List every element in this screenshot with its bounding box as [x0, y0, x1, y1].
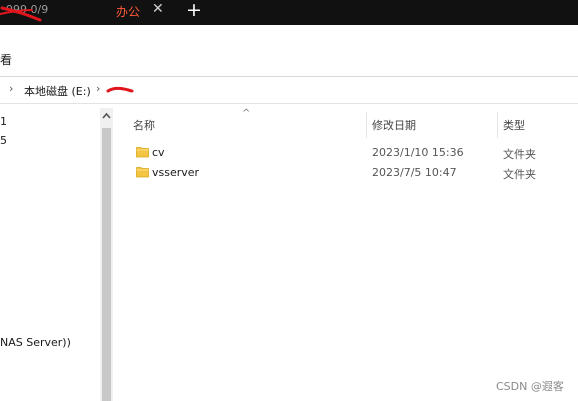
sort-ascending-icon: ^ [242, 108, 251, 119]
column-separator[interactable] [497, 112, 498, 138]
folder-icon [136, 147, 149, 158]
file-modified: 2023/1/10 15:36 [372, 146, 464, 159]
chevron-right-icon: › [9, 82, 14, 95]
file-list: ^ 名称 修改日期 类型 cv 2023/1/10 15:36 文件夹 vsse… [114, 108, 578, 401]
chevron-right-icon: › [96, 82, 101, 95]
breadcrumb-drive[interactable]: 本地磁盘 (E:) [24, 83, 91, 99]
file-row[interactable]: vsserver 2023/7/5 10:47 文件夹 [128, 164, 578, 182]
file-modified: 2023/7/5 10:47 [372, 166, 457, 179]
nav-scrollbar[interactable] [100, 108, 113, 401]
navigation-pane: 1 5 NAS Server)) [0, 108, 100, 401]
column-name[interactable]: 名称 [133, 117, 155, 133]
folder-icon [136, 167, 149, 178]
file-name: vsserver [152, 166, 200, 179]
watermark: CSDN @遐客 [496, 380, 564, 393]
tab-bar: 999 0/9 办公 ✕ + [0, 0, 578, 25]
nav-item[interactable]: 5 [0, 134, 7, 147]
scroll-thumb[interactable] [102, 128, 111, 401]
tab-active-label: 办公 [116, 5, 141, 19]
new-tab-button[interactable]: + [186, 0, 202, 21]
redaction-scribble [0, 6, 42, 22]
address-bar[interactable]: › 本地磁盘 (E:) › [0, 79, 578, 104]
redaction-scribble [106, 86, 134, 93]
nav-item[interactable]: NAS Server)) [0, 336, 71, 349]
close-icon[interactable]: ✕ [152, 1, 164, 17]
column-separator[interactable] [366, 112, 367, 138]
column-modified[interactable]: 修改日期 [372, 117, 416, 133]
nav-item[interactable]: 1 [0, 115, 7, 128]
file-type: 文件夹 [503, 148, 536, 161]
tab-active[interactable]: 办公 ✕ [104, 0, 174, 25]
file-name: cv [152, 146, 165, 159]
scroll-up-icon[interactable] [101, 111, 112, 121]
column-type[interactable]: 类型 [503, 117, 525, 133]
file-row[interactable]: cv 2023/1/10 15:36 文件夹 [128, 144, 578, 162]
file-type: 文件夹 [503, 168, 536, 181]
toolbar-divider [0, 76, 578, 77]
view-menu[interactable]: 看 [0, 51, 12, 68]
